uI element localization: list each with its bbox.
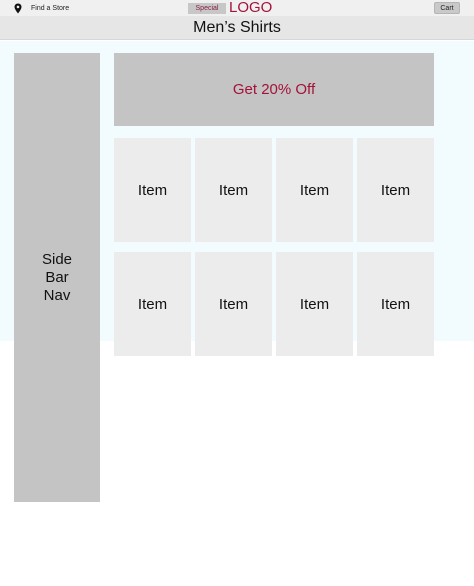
grid-item[interactable]: Item [276,252,353,356]
logo[interactable]: LOGO [229,0,272,16]
special-button[interactable]: Special [188,3,226,14]
grid-item-label: Item [380,181,411,199]
grid-item[interactable]: Item [195,252,272,356]
grid-item[interactable]: Item [195,138,272,242]
page-title: Men’s Shirts [193,19,281,36]
grid-item-label: Item [299,295,330,313]
grid-item-label: Item [380,295,411,313]
promo-label: Get 20% Off [232,81,316,98]
title-bar: Men’s Shirts [0,16,474,40]
grid-item-label: Item [137,295,168,313]
grid-item-label: Item [218,181,249,199]
grid-item[interactable]: Item [114,138,191,242]
grid-item[interactable]: Item [114,252,191,356]
find-store-label: Find a Store [31,4,70,12]
map-pin-icon [14,3,22,13]
grid-item-label: Item [218,295,249,313]
sidebar-nav-label: Side Bar Nav [41,250,73,304]
grid-item[interactable]: Item [357,252,434,356]
promo-banner[interactable]: Get 20% Off [114,53,434,126]
grid-item[interactable]: Item [357,138,434,242]
cart-button[interactable]: Cart [434,2,460,14]
grid-item-label: Item [299,181,330,199]
sidebar-nav[interactable]: Side Bar Nav [14,53,100,502]
top-bar: Find a Store Special LOGO Cart [0,0,474,16]
grid-item-label: Item [137,181,168,199]
find-store-link[interactable]: Find a Store [14,2,69,14]
grid-item[interactable]: Item [276,138,353,242]
